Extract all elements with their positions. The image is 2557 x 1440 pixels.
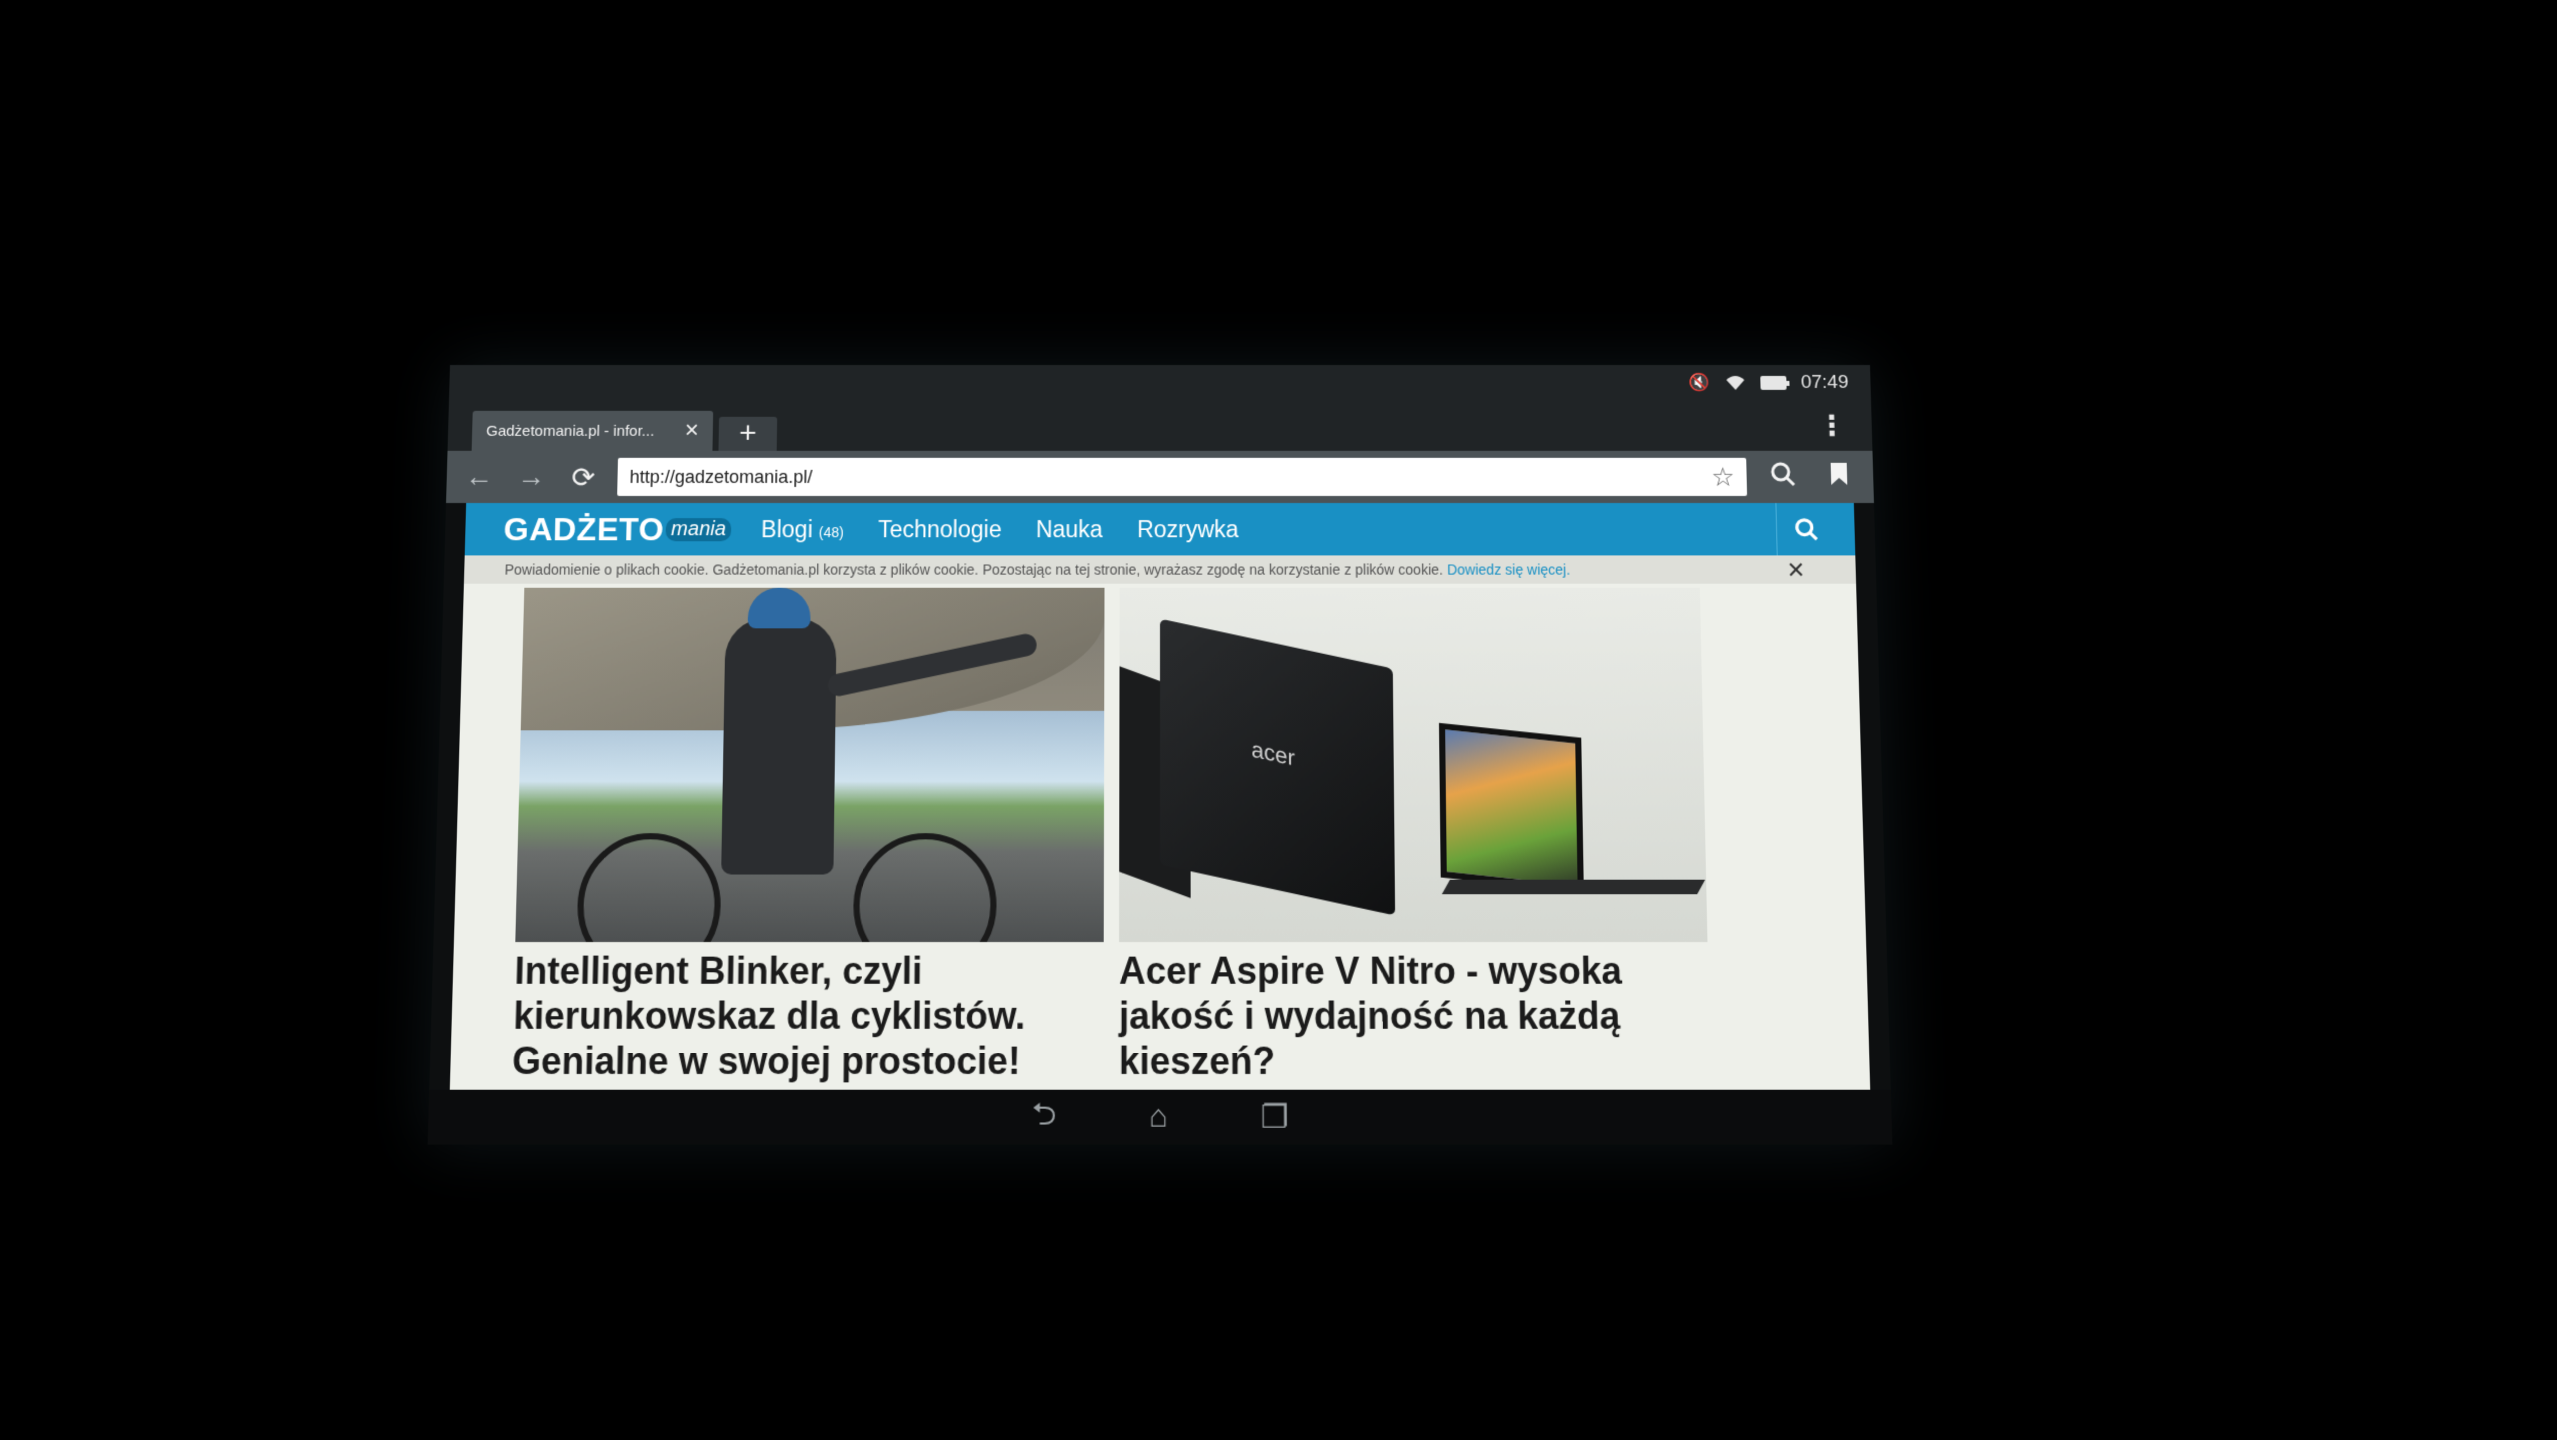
home-icon[interactable]: ⌂ [1149, 1099, 1168, 1135]
cookie-text: Powiadomienie o plikach cookie. Gadżetom… [504, 561, 1443, 577]
site-header: GADŻETO mania Blogi (48) Technologie Nau… [465, 503, 1856, 555]
status-time: 07:49 [1801, 372, 1849, 394]
nav-badge: (48) [819, 524, 844, 540]
tab-title: Gadżetomania.pl - infor... [486, 422, 667, 439]
article-image[interactable]: acer [1119, 588, 1707, 942]
site-logo[interactable]: GADŻETO mania [503, 511, 731, 548]
nav-link-blogi[interactable]: Blogi (48) [761, 516, 844, 543]
article-grid: Intelligent Blinker, czyli kierunkowskaz… [450, 584, 1870, 1090]
article-title[interactable]: Acer Aspire V Nitro - wysoka jakość i wy… [1119, 948, 1711, 1084]
plus-icon: + [739, 417, 757, 451]
cookie-notice: Powiadomienie o plikach cookie. Gadżetom… [464, 555, 1856, 583]
forward-icon[interactable]: → [513, 459, 550, 495]
bookmarks-icon[interactable] [1819, 460, 1860, 493]
logo-sub-text: mania [666, 518, 731, 541]
bookmark-star-icon[interactable]: ☆ [1711, 461, 1735, 492]
logo-main-text: GADŻETO [503, 511, 664, 548]
search-icon[interactable] [1762, 460, 1803, 493]
new-tab-button[interactable]: + [718, 417, 777, 451]
recent-apps-icon[interactable]: ❐ [1261, 1099, 1289, 1136]
tab-strip: Gadżetomania.pl - infor... × + ⋮ [448, 401, 1873, 451]
reload-icon[interactable]: ⟳ [565, 459, 602, 495]
status-bar: 🔇 07:49 [449, 365, 1871, 401]
overflow-menu-icon[interactable]: ⋮ [1817, 409, 1846, 442]
article-title[interactable]: Intelligent Blinker, czyli kierunkowskaz… [512, 948, 1104, 1084]
article-image[interactable] [515, 588, 1104, 942]
mute-icon: 🔇 [1689, 374, 1711, 392]
article-card[interactable]: Intelligent Blinker, czyli kierunkowskaz… [512, 588, 1105, 1084]
browser-toolbar: ← → ⟳ http://gadzetomania.pl/ ☆ [446, 451, 1874, 503]
site-search-icon[interactable] [1775, 503, 1835, 555]
cookie-learn-more-link[interactable]: Dowiedz się więcej. [1447, 561, 1570, 577]
close-icon[interactable]: ✕ [1786, 557, 1805, 583]
system-nav-bar: ⮌ ⌂ ❐ [428, 1090, 1893, 1145]
wifi-icon [1725, 374, 1747, 392]
battery-icon [1761, 376, 1787, 390]
back-icon[interactable]: ← [460, 459, 497, 495]
nav-link-nauka[interactable]: Nauka [1036, 516, 1103, 543]
nav-label: Blogi [761, 516, 813, 543]
url-bar[interactable]: http://gadzetomania.pl/ ☆ [617, 458, 1747, 496]
back-icon[interactable]: ⮌ [1032, 1090, 1057, 1144]
nav-link-technologie[interactable]: Technologie [878, 516, 1002, 543]
article-card[interactable]: acer Acer Aspire V Nitro - wysoka jakość… [1119, 588, 1711, 1084]
close-icon[interactable]: × [684, 419, 699, 443]
tablet-screen: 🔇 07:49 Gadżetomania.pl - infor... × + ⋮… [428, 365, 1893, 1145]
browser-tab[interactable]: Gadżetomania.pl - infor... × [472, 411, 714, 451]
url-text: http://gadzetomania.pl/ [629, 466, 1711, 487]
nav-link-rozrywka[interactable]: Rozrywka [1137, 516, 1239, 543]
